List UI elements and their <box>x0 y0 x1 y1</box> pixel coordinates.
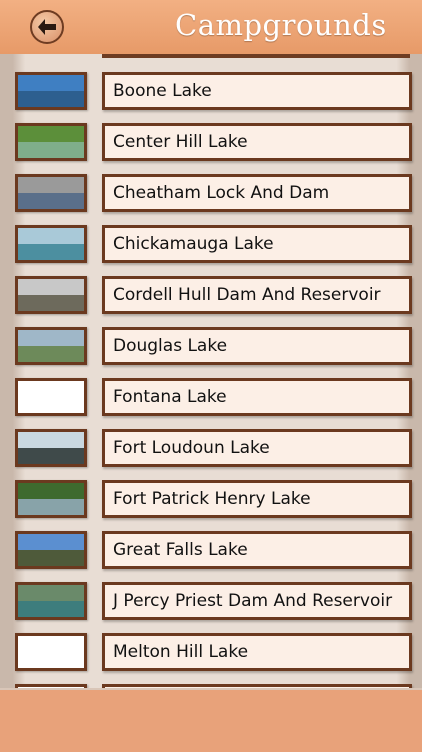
campground-thumbnail <box>15 429 87 467</box>
list-item[interactable]: Fort Patrick Henry Lake <box>0 480 422 521</box>
list-item[interactable]: Cheatham Lock And Dam <box>0 174 422 215</box>
campground-name-button[interactable]: Fort Loudoun Lake <box>102 429 412 467</box>
campground-name-button[interactable]: Cordell Hull Dam And Reservoir <box>102 276 412 314</box>
list-item[interactable]: Douglas Lake <box>0 327 422 368</box>
campground-thumbnail <box>15 123 87 161</box>
campground-name-button[interactable]: Center Hill Lake <box>102 123 412 161</box>
campground-list[interactable]: Boone Lake Center Hill Lake Cheatham Lock … <box>0 54 422 688</box>
list-item[interactable]: Fort Loudoun Lake <box>0 429 422 470</box>
list-item[interactable]: Melton Hill Lake <box>0 633 422 674</box>
campground-name-button[interactable]: Melton Hill Lake <box>102 633 412 671</box>
campground-name-button[interactable]: Douglas Lake <box>102 327 412 365</box>
back-button[interactable] <box>30 10 64 44</box>
list-item[interactable]: Fontana Lake <box>0 378 422 419</box>
campground-name-button[interactable]: Cheatham Lock And Dam <box>102 174 412 212</box>
campground-thumbnail <box>15 276 87 314</box>
back-arrow-icon <box>38 19 56 35</box>
campground-name: Center Hill Lake <box>113 132 248 152</box>
campground-name-button[interactable]: Great Falls Lake <box>102 531 412 569</box>
page-title: Campgrounds <box>175 8 387 42</box>
campground-thumbnail <box>15 378 87 416</box>
campground-name: Cheatham Lock And Dam <box>113 183 330 203</box>
list-top-divider <box>102 54 410 58</box>
campground-name: Douglas Lake <box>113 336 228 356</box>
campground-name: Cordell Hull Dam And Reservoir <box>113 285 381 305</box>
campground-name: Chickamauga Lake <box>113 234 274 254</box>
campground-thumbnail <box>15 480 87 518</box>
campground-name: Melton Hill Lake <box>113 642 249 662</box>
list-item[interactable]: Boone Lake <box>0 72 422 113</box>
campground-name: Fort Loudoun Lake <box>113 438 270 458</box>
campground-name: Fontana Lake <box>113 387 227 407</box>
campground-thumbnail <box>15 327 87 365</box>
list-item[interactable]: Great Falls Lake <box>0 531 422 572</box>
list-item[interactable]: Cordell Hull Dam And Reservoir <box>0 276 422 317</box>
campground-name: Great Falls Lake <box>113 540 248 560</box>
campground-name: J Percy Priest Dam And Reservoir <box>113 591 393 611</box>
campground-thumbnail <box>15 225 87 263</box>
list-item[interactable]: J Percy Priest Dam And Reservoir <box>0 582 422 623</box>
campground-thumbnail <box>15 174 87 212</box>
campground-name-button[interactable]: Chickamauga Lake <box>102 225 412 263</box>
campground-thumbnail <box>15 72 87 110</box>
campground-thumbnail <box>15 582 87 620</box>
campground-thumbnail <box>15 531 87 569</box>
campground-name-button[interactable]: Fontana Lake <box>102 378 412 416</box>
campground-name: Boone Lake <box>113 81 212 101</box>
campground-name-button[interactable]: J Percy Priest Dam And Reservoir <box>102 582 412 620</box>
list-item[interactable]: Chickamauga Lake <box>0 225 422 266</box>
list-item[interactable]: Center Hill Lake <box>0 123 422 164</box>
campground-thumbnail <box>15 633 87 671</box>
header-bar: Campgrounds <box>0 0 422 55</box>
campground-name-button[interactable]: Boone Lake <box>102 72 412 110</box>
campground-name-button[interactable]: Fort Patrick Henry Lake <box>102 480 412 518</box>
campground-name: Fort Patrick Henry Lake <box>113 489 311 509</box>
footer-bar <box>0 688 422 752</box>
